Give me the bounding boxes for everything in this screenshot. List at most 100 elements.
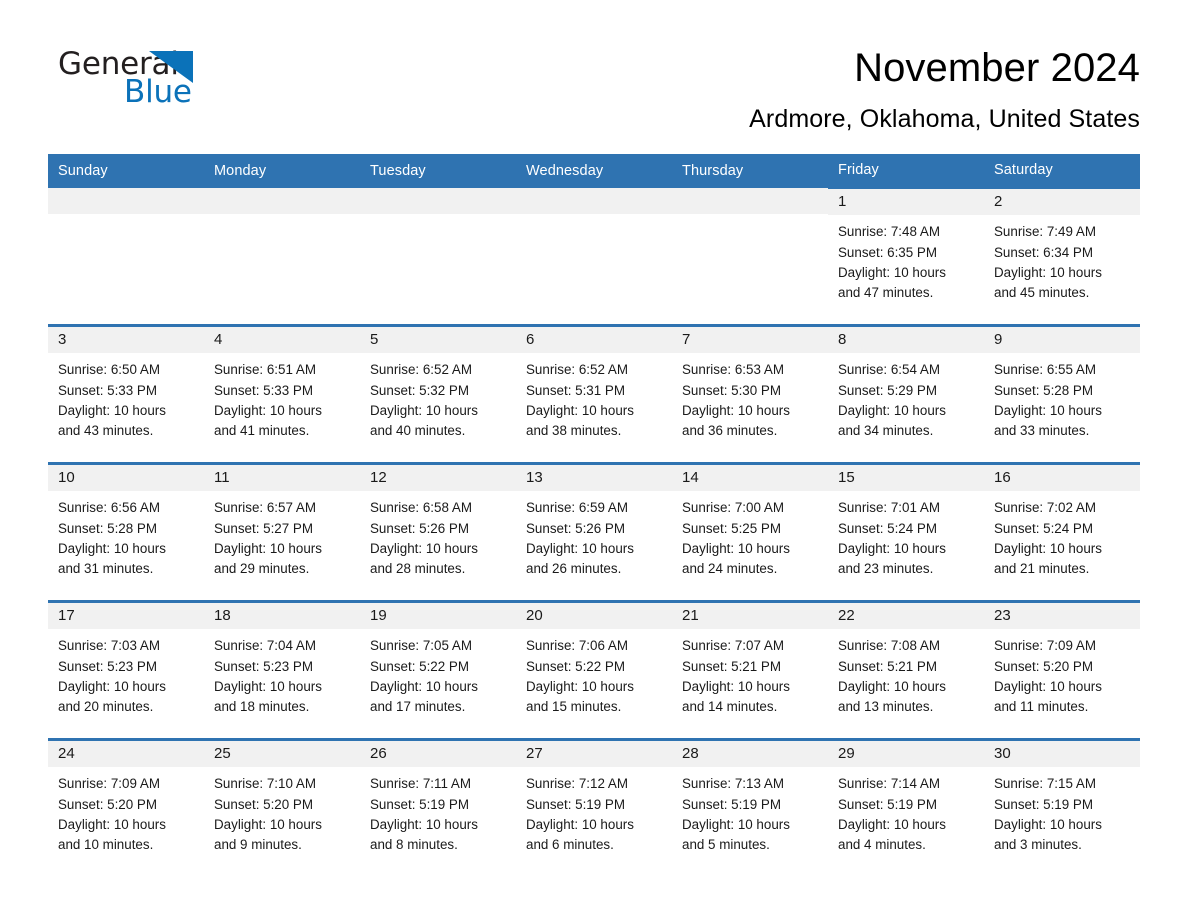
day-number-band: 12 [360, 465, 516, 492]
daylight-text-line1: Daylight: 10 hours [58, 402, 166, 418]
calendar-cell-day-5[interactable]: 5 Sunrise: 6:52 AM Sunset: 5:32 PM Daylight… [360, 324, 516, 464]
sunset-text: Sunset: 5:20 PM [994, 658, 1093, 674]
day-number: 11 [214, 469, 230, 487]
day-details: Sunrise: 6:55 AM Sunset: 5:28 PM Daylight:… [984, 353, 1140, 441]
calendar-cell-day-23[interactable]: 23 Sunrise: 7:09 AM Sunset: 5:20 PM Dayligh… [984, 600, 1140, 740]
calendar-cell-day-10[interactable]: 10 Sunrise: 6:56 AM Sunset: 5:28 PM Dayligh… [48, 462, 204, 602]
day-number: 18 [214, 607, 231, 625]
calendar-cell-day-20[interactable]: 20 Sunrise: 7:06 AM Sunset: 5:22 PM Dayligh… [516, 600, 672, 740]
day-details: Sunrise: 7:15 AM Sunset: 5:19 PM Daylight:… [984, 767, 1140, 855]
day-number: 1 [838, 193, 847, 211]
calendar-cell-day-24[interactable]: 24 Sunrise: 7:09 AM Sunset: 5:20 PM Dayligh… [48, 738, 204, 877]
day-number: 23 [994, 607, 1011, 625]
sunset-text: Sunset: 5:22 PM [526, 658, 625, 674]
sunrise-text: Sunrise: 7:49 AM [994, 224, 1096, 240]
day-number: 15 [838, 469, 855, 487]
daylight-text-line1: Daylight: 10 hours [682, 678, 790, 694]
day-number-band [516, 187, 672, 214]
daylight-text-line2: and 21 minutes. [994, 560, 1090, 576]
calendar-cell-day-12[interactable]: 12 Sunrise: 6:58 AM Sunset: 5:26 PM Dayligh… [360, 462, 516, 602]
calendar-week-row: 17 Sunrise: 7:03 AM Sunset: 5:23 PM Dayligh… [48, 600, 1140, 740]
daylight-text-line1: Daylight: 10 hours [370, 816, 478, 832]
calendar-cell-day-14[interactable]: 14 Sunrise: 7:00 AM Sunset: 5:25 PM Dayligh… [672, 462, 828, 602]
calendar-cell-day-18[interactable]: 18 Sunrise: 7:04 AM Sunset: 5:23 PM Dayligh… [204, 600, 360, 740]
logo-text-blue: Blue [124, 74, 192, 110]
day-number-band: 1 [828, 189, 984, 216]
day-number: 9 [994, 331, 1003, 349]
sunrise-text: Sunrise: 6:52 AM [526, 362, 628, 378]
day-number-band: 25 [204, 741, 360, 768]
calendar-cell-day-6[interactable]: 6 Sunrise: 6:52 AM Sunset: 5:31 PM Daylight… [516, 324, 672, 464]
calendar-cell-day-8[interactable]: 8 Sunrise: 6:54 AM Sunset: 5:29 PM Daylight… [828, 324, 984, 464]
day-number: 19 [370, 607, 387, 625]
day-number-band: 6 [516, 327, 672, 354]
day-number-band [672, 187, 828, 214]
calendar-cell-day-27[interactable]: 27 Sunrise: 7:12 AM Sunset: 5:19 PM Dayligh… [516, 738, 672, 877]
daylight-text-line1: Daylight: 10 hours [682, 540, 790, 556]
sunset-text: Sunset: 5:33 PM [214, 382, 313, 398]
day-details: Sunrise: 7:06 AM Sunset: 5:22 PM Daylight:… [516, 629, 672, 717]
calendar-cell-day-28[interactable]: 28 Sunrise: 7:13 AM Sunset: 5:19 PM Dayligh… [672, 738, 828, 877]
calendar-cell-day-11[interactable]: 11 Sunrise: 6:57 AM Sunset: 5:27 PM Dayligh… [204, 462, 360, 602]
weekday-header-sunday: Sunday [48, 154, 204, 188]
daylight-text-line1: Daylight: 10 hours [838, 402, 946, 418]
daylight-text-line2: and 14 minutes. [682, 698, 778, 714]
daylight-text-line1: Daylight: 10 hours [58, 678, 166, 694]
daylight-text-line2: and 28 minutes. [370, 560, 466, 576]
day-number-band: 20 [516, 603, 672, 630]
calendar-cell-day-17[interactable]: 17 Sunrise: 7:03 AM Sunset: 5:23 PM Dayligh… [48, 600, 204, 740]
weekday-header-wednesday: Wednesday [516, 154, 672, 188]
calendar-cell-day-21[interactable]: 21 Sunrise: 7:07 AM Sunset: 5:21 PM Dayligh… [672, 600, 828, 740]
calendar-cell-day-29[interactable]: 29 Sunrise: 7:14 AM Sunset: 5:19 PM Dayligh… [828, 738, 984, 877]
day-details: Sunrise: 7:13 AM Sunset: 5:19 PM Daylight:… [672, 767, 828, 855]
calendar-cell-empty [204, 187, 360, 326]
sunset-text: Sunset: 5:25 PM [682, 520, 781, 536]
daylight-text-line2: and 10 minutes. [58, 836, 154, 852]
day-number: 27 [526, 745, 543, 763]
calendar-body: 1 Sunrise: 7:48 AM Sunset: 6:35 PM Daylight… [48, 186, 1140, 877]
calendar-cell-day-19[interactable]: 19 Sunrise: 7:05 AM Sunset: 5:22 PM Dayligh… [360, 600, 516, 740]
calendar-cell-day-1[interactable]: 1 Sunrise: 7:48 AM Sunset: 6:35 PM Daylight… [828, 186, 984, 326]
calendar-cell-day-22[interactable]: 22 Sunrise: 7:08 AM Sunset: 5:21 PM Dayligh… [828, 600, 984, 740]
day-number-band: 19 [360, 603, 516, 630]
daylight-text-line1: Daylight: 10 hours [994, 816, 1102, 832]
calendar-cell-day-3[interactable]: 3 Sunrise: 6:50 AM Sunset: 5:33 PM Daylight… [48, 324, 204, 464]
calendar-cell-day-30[interactable]: 30 Sunrise: 7:15 AM Sunset: 5:19 PM Dayligh… [984, 738, 1140, 877]
day-number-band [360, 187, 516, 214]
daylight-text-line2: and 9 minutes. [214, 836, 302, 852]
calendar-cell-day-26[interactable]: 26 Sunrise: 7:11 AM Sunset: 5:19 PM Dayligh… [360, 738, 516, 877]
calendar-cell-day-4[interactable]: 4 Sunrise: 6:51 AM Sunset: 5:33 PM Daylight… [204, 324, 360, 464]
day-details: Sunrise: 6:50 AM Sunset: 5:33 PM Daylight:… [48, 353, 204, 441]
sunrise-text: Sunrise: 7:09 AM [994, 638, 1096, 654]
sunrise-sunset-calendar: Sunday Monday Tuesday Wednesday Thursday Frid… [48, 154, 1140, 877]
calendar-cell-empty [360, 187, 516, 326]
general-blue-logo[interactable]: General Blue [48, 44, 198, 110]
calendar-cell-day-7[interactable]: 7 Sunrise: 6:53 AM Sunset: 5:30 PM Daylight… [672, 324, 828, 464]
sunset-text: Sunset: 5:28 PM [994, 382, 1093, 398]
calendar-cell-day-15[interactable]: 15 Sunrise: 7:01 AM Sunset: 5:24 PM Dayligh… [828, 462, 984, 602]
daylight-text-line2: and 47 minutes. [838, 284, 934, 300]
calendar-cell-day-9[interactable]: 9 Sunrise: 6:55 AM Sunset: 5:28 PM Daylight… [984, 324, 1140, 464]
daylight-text-line1: Daylight: 10 hours [994, 540, 1102, 556]
location-subtitle: Ardmore, Oklahoma, United States [749, 104, 1140, 133]
sunrise-text: Sunrise: 6:58 AM [370, 500, 472, 516]
daylight-text-line1: Daylight: 10 hours [214, 678, 322, 694]
daylight-text-line2: and 24 minutes. [682, 560, 778, 576]
calendar-cell-day-16[interactable]: 16 Sunrise: 7:02 AM Sunset: 5:24 PM Dayligh… [984, 462, 1140, 602]
calendar-cell-day-13[interactable]: 13 Sunrise: 6:59 AM Sunset: 5:26 PM Dayligh… [516, 462, 672, 602]
daylight-text-line2: and 33 minutes. [994, 422, 1090, 438]
sunrise-text: Sunrise: 6:56 AM [58, 500, 160, 516]
day-details: Sunrise: 7:00 AM Sunset: 5:25 PM Daylight:… [672, 491, 828, 579]
calendar-cell-empty [48, 187, 204, 326]
day-details: Sunrise: 7:11 AM Sunset: 5:19 PM Daylight:… [360, 767, 516, 855]
day-details: Sunrise: 7:03 AM Sunset: 5:23 PM Daylight:… [48, 629, 204, 717]
day-number-band: 8 [828, 327, 984, 354]
calendar-week-row: 1 Sunrise: 7:48 AM Sunset: 6:35 PM Daylight… [48, 186, 1140, 326]
sunset-text: Sunset: 5:19 PM [370, 796, 469, 812]
daylight-text-line1: Daylight: 10 hours [838, 264, 946, 280]
daylight-text-line2: and 38 minutes. [526, 422, 622, 438]
day-number: 24 [58, 745, 75, 763]
day-details: Sunrise: 6:52 AM Sunset: 5:32 PM Daylight:… [360, 353, 516, 441]
calendar-cell-day-25[interactable]: 25 Sunrise: 7:10 AM Sunset: 5:20 PM Dayligh… [204, 738, 360, 877]
calendar-cell-day-2[interactable]: 2 Sunrise: 7:49 AM Sunset: 6:34 PM Daylight… [984, 186, 1140, 326]
